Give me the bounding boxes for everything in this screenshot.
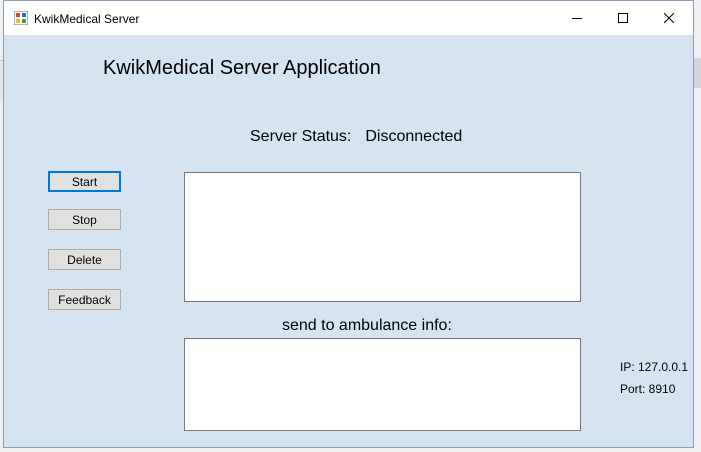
- app-heading: KwikMedical Server Application: [103, 57, 381, 79]
- port-label: Port: 8910: [620, 382, 676, 396]
- delete-button[interactable]: Delete: [48, 249, 121, 270]
- close-icon: [664, 13, 674, 23]
- ip-label: IP: 127.0.0.1: [620, 360, 689, 374]
- app-window: KwikMedical Server KwikMedical Server Ap…: [3, 0, 694, 448]
- ambulance-info-label: send to ambulance info:: [282, 317, 452, 334]
- ambulance-info-textbox[interactable]: [184, 338, 581, 431]
- title-bar[interactable]: KwikMedical Server: [4, 1, 693, 35]
- app-icon: [14, 11, 28, 25]
- feedback-button[interactable]: Feedback: [48, 289, 121, 310]
- window-title: KwikMedical Server: [34, 12, 140, 26]
- start-button[interactable]: Start: [48, 171, 121, 192]
- maximize-button[interactable]: [600, 1, 646, 35]
- server-status-value: Disconnected: [365, 128, 463, 145]
- minimize-button[interactable]: [554, 1, 600, 35]
- maximize-icon: [618, 13, 628, 23]
- minimize-icon: [572, 18, 582, 19]
- server-status-label: Server Status:: [250, 128, 352, 145]
- stop-button[interactable]: Stop: [48, 209, 121, 230]
- close-button[interactable]: [646, 1, 692, 35]
- server-status: Server Status: Disconnected: [250, 128, 462, 146]
- background-window-edge-right: [693, 58, 701, 88]
- server-log-textbox[interactable]: [184, 172, 581, 302]
